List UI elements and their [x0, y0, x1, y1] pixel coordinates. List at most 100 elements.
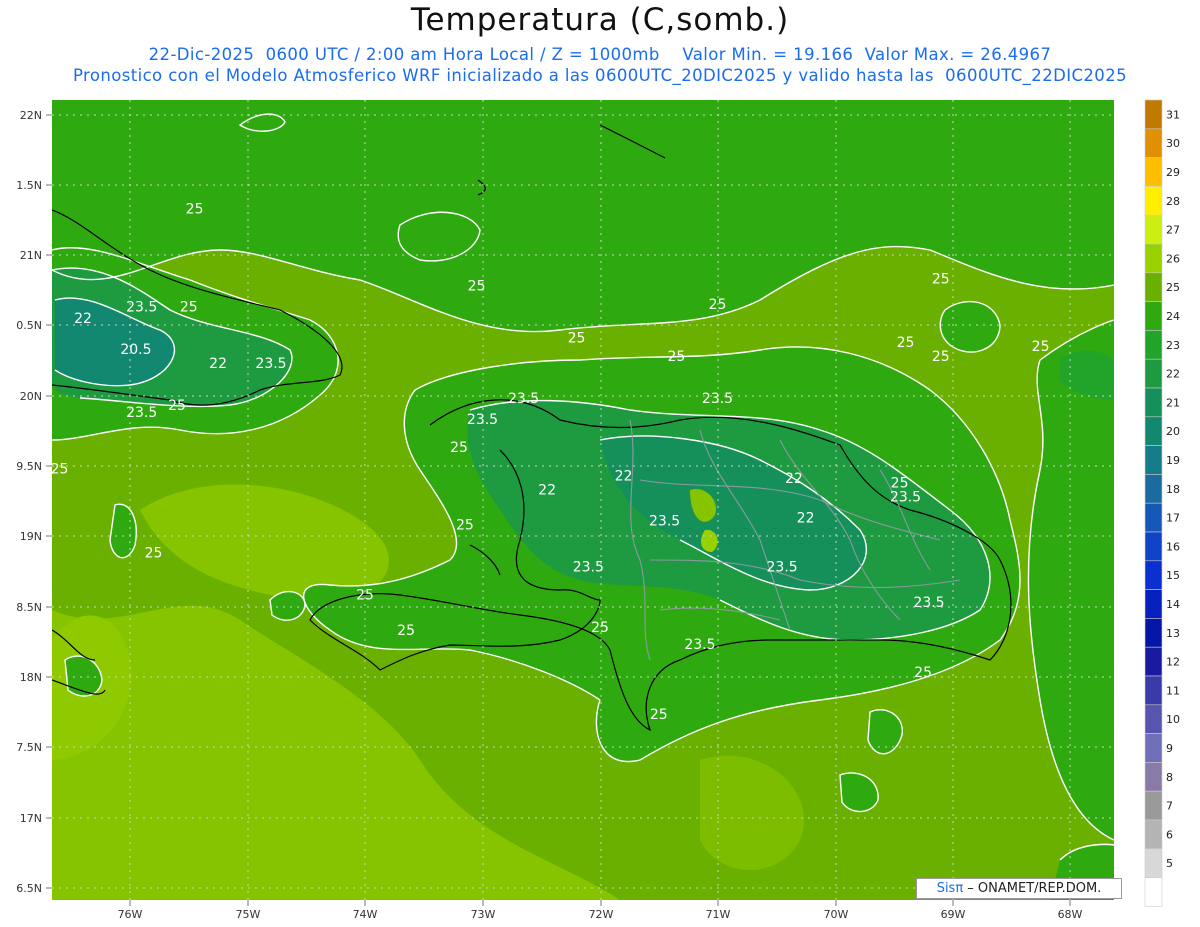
colorbar-swatch — [1144, 214, 1163, 245]
colorbar-swatch — [1144, 733, 1163, 763]
colorbar-swatch — [1144, 790, 1163, 821]
lat-label: 20N — [20, 390, 42, 403]
colorbar-label: 24 — [1166, 310, 1180, 323]
contour-label: 22 — [615, 468, 633, 484]
longitude-labels: 76W 75W 74W 73W 72W 71W 70W 69W 68W — [118, 908, 1083, 921]
colorbar-swatch — [1144, 877, 1163, 907]
contour-label: 23.5 — [508, 391, 539, 407]
colorbar-label: 19 — [1166, 454, 1180, 467]
contour-label: 23.5 — [467, 412, 498, 428]
colorbar-label: 28 — [1166, 195, 1180, 208]
contour-label: 25 — [456, 518, 474, 534]
contour-label: 25 — [468, 279, 486, 295]
contour-label: 22 — [785, 471, 803, 487]
colorbar-swatch — [1144, 502, 1163, 533]
colorbar-label: 5 — [1166, 857, 1173, 870]
colorbar-swatch — [1144, 819, 1163, 850]
contour-label: 23.5 — [767, 560, 798, 576]
colorbar-label: 7 — [1166, 800, 1173, 813]
contour-label: 25 — [145, 546, 163, 562]
colorbar-swatch — [1144, 618, 1163, 648]
colorbar-label: 6 — [1166, 828, 1173, 841]
contour-label: 25 — [914, 665, 932, 681]
contour-label: 23.5 — [126, 300, 157, 316]
colorbar-label: 16 — [1166, 540, 1180, 553]
colorbar-swatch — [1144, 128, 1163, 158]
lat-label: 18N — [20, 671, 42, 684]
contour-label: 25 — [397, 623, 415, 639]
lon-label: 68W — [1058, 908, 1083, 921]
lat-label: 22N — [20, 109, 42, 122]
lon-label: 75W — [236, 908, 261, 921]
lat-label: 0.5N — [16, 319, 42, 332]
colorbar-swatch — [1144, 387, 1163, 418]
contour-label: 25 — [709, 297, 727, 313]
contour-label: 25 — [568, 331, 586, 347]
colorbar-swatch — [1144, 99, 1163, 130]
colorbar-label: 12 — [1166, 656, 1180, 669]
sispi-logo-text: Sisπ — [936, 881, 964, 896]
contour-label: 23.5 — [649, 513, 680, 529]
lat-label: 1.5N — [16, 179, 42, 192]
colorbar-label: 26 — [1166, 252, 1180, 265]
colorbar-label: 30 — [1166, 137, 1180, 150]
colorbar-swatch — [1144, 646, 1163, 677]
contour-label: 23.5 — [890, 489, 921, 505]
colorbar-label: 17 — [1166, 512, 1180, 525]
lat-label: 19N — [20, 530, 42, 543]
colorbar-swatch — [1144, 330, 1163, 360]
lat-label: 6.5N — [16, 882, 42, 895]
contour-label: 25 — [51, 461, 69, 477]
contour-label: 25 — [932, 349, 950, 365]
contour-label: 23.5 — [702, 391, 733, 407]
contour-label: 22 — [74, 311, 92, 327]
colorbar-label: 9 — [1166, 742, 1173, 755]
latitude-labels: 22N 1.5N 21N 0.5N 20N 9.5N 19N 8.5N 18N … — [16, 109, 42, 895]
contour-label: 25 — [1032, 339, 1050, 355]
contour-label: 25 — [897, 335, 915, 351]
contour-label: 23.5 — [255, 356, 286, 372]
colorbar-swatch — [1144, 531, 1163, 562]
colorbar-label: 8 — [1166, 771, 1173, 784]
colorbar-label: 10 — [1166, 713, 1180, 726]
colorbar-label: 23 — [1166, 339, 1180, 352]
contour-label: 25 — [932, 272, 950, 288]
contour-label: 20.5 — [120, 342, 151, 358]
colorbar-swatch — [1144, 272, 1163, 302]
contour-label: 25 — [667, 349, 685, 365]
contour-label: 25 — [356, 588, 374, 604]
colorbar-label: 25 — [1166, 281, 1180, 294]
colorbar-label: 20 — [1166, 425, 1180, 438]
lon-label: 72W — [589, 908, 614, 921]
credit-text: – ONAMET/REP.DOM. — [963, 881, 1102, 896]
colorbar-label: 21 — [1166, 396, 1180, 409]
lon-label: 74W — [353, 908, 378, 921]
contour-label: 23.5 — [126, 405, 157, 421]
colorbar-swatch — [1144, 589, 1163, 619]
contour-label: 22 — [209, 356, 227, 372]
colorbar-swatch — [1144, 675, 1163, 706]
lat-label: 7.5N — [16, 741, 42, 754]
contour-label: 23.5 — [573, 560, 604, 576]
colorbar-swatch — [1144, 848, 1163, 878]
contour-label: 25 — [650, 707, 668, 723]
lat-label: 9.5N — [16, 460, 42, 473]
colorbar-legend: 31 30 29 28 27 26 25 24 23 22 21 20 19 18 17 16 15 14 13 12… — [1144, 99, 1180, 907]
lon-label: 70W — [824, 908, 849, 921]
lon-label: 76W — [118, 908, 143, 921]
colorbar-swatch — [1144, 301, 1163, 331]
colorbar-label: 31 — [1166, 108, 1180, 121]
contour-label: 23.5 — [684, 637, 715, 653]
contour-label: 25 — [180, 300, 198, 316]
colorbar-swatch — [1144, 704, 1163, 734]
temperature-map: 25 25 25 25 25 25 25 25 25 25 25 25 25 25 25 25 25 25 25 25… — [16, 99, 1180, 921]
colorbar-swatch — [1144, 474, 1163, 504]
lon-label: 71W — [706, 908, 731, 921]
lat-label: 17N — [20, 812, 42, 825]
lon-label: 73W — [471, 908, 496, 921]
colorbar-swatch — [1144, 358, 1163, 389]
contour-label: 23.5 — [913, 595, 944, 611]
colorbar-label: 11 — [1166, 684, 1180, 697]
colorbar-swatch — [1144, 243, 1163, 274]
contour-label: 22 — [797, 510, 815, 526]
